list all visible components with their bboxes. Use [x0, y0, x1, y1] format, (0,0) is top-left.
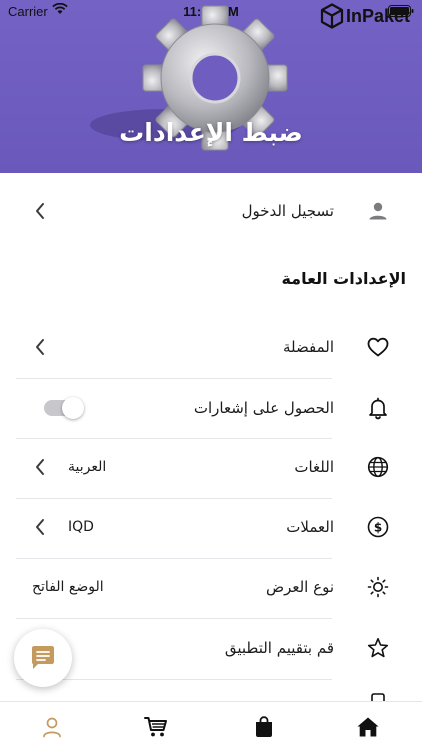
currencies-label: العملات	[286, 518, 334, 536]
tab-home[interactable]	[338, 702, 398, 750]
display-mode-row[interactable]: نوع العرض الوضع الفاتح	[0, 557, 422, 617]
home-icon	[357, 717, 379, 736]
chevron-left-icon	[36, 519, 44, 535]
rate-app-label: قم بتقييم التطبيق	[224, 639, 334, 657]
chevron-left-icon	[36, 203, 44, 219]
svg-text:$: $	[374, 521, 382, 535]
star-icon	[367, 638, 389, 658]
tab-orders[interactable]	[234, 702, 294, 750]
display-mode-value: الوضع الفاتح	[32, 579, 104, 595]
section-title-general: الإعدادات العامة	[281, 269, 406, 288]
toggle-knob	[62, 397, 84, 419]
currencies-row[interactable]: $ العملات IQD	[0, 497, 422, 557]
notifications-toggle[interactable]	[44, 397, 84, 419]
brand-logo: InPaket	[320, 3, 410, 29]
notifications-row: الحصول على إشعارات	[0, 378, 422, 438]
globe-icon	[367, 456, 389, 478]
page-title: ضبط الإعدادات	[119, 118, 303, 147]
chevron-left-icon	[36, 339, 44, 355]
chat-icon	[32, 646, 54, 669]
languages-value: العربية	[68, 459, 107, 475]
bag-icon	[256, 715, 272, 737]
heart-icon	[367, 337, 389, 357]
languages-row[interactable]: اللغات العربية	[0, 437, 422, 497]
login-label: تسجيل الدخول	[241, 202, 334, 220]
dollar-icon: $	[367, 516, 389, 538]
bottom-tab-bar	[0, 701, 422, 750]
languages-label: اللغات	[294, 458, 334, 476]
tab-cart[interactable]	[126, 702, 186, 750]
bell-icon	[369, 397, 387, 420]
display-mode-label: نوع العرض	[265, 578, 334, 596]
settings-list: تسجيل الدخول الإعدادات العامة المفضلة ال…	[0, 173, 422, 701]
user-icon	[43, 717, 61, 737]
cart-icon	[144, 716, 167, 736]
currencies-value: IQD	[68, 519, 94, 535]
brand-name: InPaket	[345, 5, 410, 26]
chat-button[interactable]	[14, 629, 72, 687]
favorites-row[interactable]: المفضلة	[0, 317, 422, 377]
login-row[interactable]: تسجيل الدخول	[0, 181, 422, 241]
favorites-label: المفضلة	[282, 338, 334, 356]
divider	[16, 679, 332, 680]
box-logo-icon	[320, 3, 344, 29]
tab-profile[interactable]	[22, 702, 82, 750]
sun-icon	[367, 576, 389, 598]
notifications-label: الحصول على إشعارات	[193, 399, 334, 417]
partial-row-icon	[371, 693, 385, 701]
chevron-left-icon	[36, 459, 44, 475]
settings-header: Carrier 11:16 PM InPaket ضبط الإعدادات	[0, 0, 422, 173]
user-icon	[369, 202, 387, 220]
